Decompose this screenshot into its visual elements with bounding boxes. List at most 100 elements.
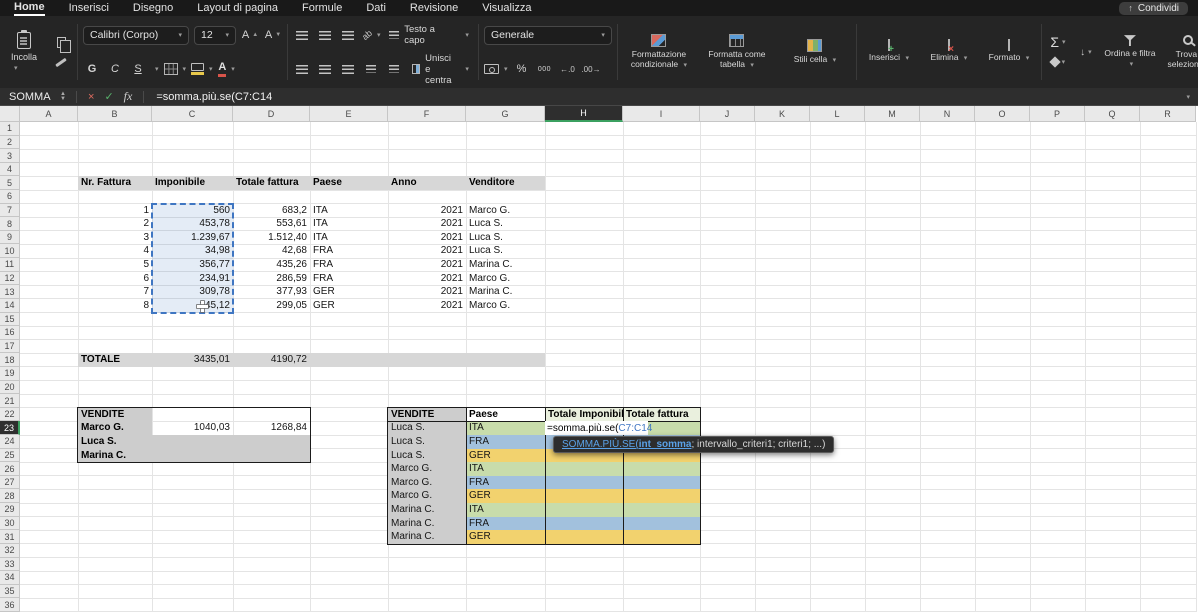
row-header-8[interactable]: 8 (0, 217, 20, 231)
cell-F27[interactable]: Marco G. (388, 476, 466, 490)
cell-G10[interactable]: Luca S. (466, 244, 545, 258)
spreadsheet-grid[interactable]: =somma.più.se(C7:C14 SOMMA.PIÙ.SE(int_so… (0, 106, 1198, 612)
row-header-27[interactable]: 27 (0, 476, 20, 490)
row-header-19[interactable]: 19 (0, 367, 20, 381)
row-header-13[interactable]: 13 (0, 285, 20, 299)
comma-format-button[interactable]: 000 (535, 60, 553, 78)
cell-B23[interactable]: Marco G. (78, 421, 152, 435)
cell-F8[interactable]: 2021 (388, 217, 466, 231)
cell-F7[interactable]: 2021 (388, 204, 466, 218)
cell-B5[interactable]: Nr. Fattura (78, 176, 152, 190)
cell-F9[interactable]: 2021 (388, 231, 466, 245)
cell-D8[interactable]: 553,61 (233, 217, 310, 231)
cell-B14[interactable]: 8 (78, 299, 152, 313)
font-color-button[interactable]: A▾ (218, 60, 236, 78)
cell-B18[interactable]: TOTALE (78, 353, 152, 367)
row-header-16[interactable]: 16 (0, 326, 20, 340)
wrap-text-button[interactable]: Testo a capo ▾ (385, 26, 473, 44)
paste-button[interactable]: Incolla ▾ (4, 32, 44, 72)
row-header-21[interactable]: 21 (0, 394, 20, 408)
cancel-entry-icon[interactable]: × (88, 91, 94, 103)
cell-E13[interactable]: GER (310, 285, 388, 299)
font-name-select[interactable]: Calibri (Corpo) ▾ (83, 26, 189, 45)
cell-C12[interactable]: 234,91 (152, 272, 233, 286)
cell-F22[interactable]: VENDITE (388, 408, 466, 422)
cell-styles-button[interactable]: Stili cella ▾ (779, 39, 851, 65)
cell-G5[interactable]: Venditore (466, 176, 545, 190)
format-as-table-button[interactable]: Formatta come tabella ▾ (701, 34, 773, 70)
row-header-17[interactable]: 17 (0, 340, 20, 354)
column-header-L[interactable]: L (810, 106, 865, 122)
increase-decimal-button[interactable]: ←.0 (558, 60, 576, 78)
row-header-24[interactable]: 24 (0, 435, 20, 449)
cell-G24[interactable]: FRA (466, 435, 545, 449)
row-header-28[interactable]: 28 (0, 489, 20, 503)
cell-G8[interactable]: Luca S. (466, 217, 545, 231)
cell-G7[interactable]: Marco G. (466, 204, 545, 218)
cell-E10[interactable]: FRA (310, 244, 388, 258)
cell-B9[interactable]: 3 (78, 231, 152, 245)
tab-disegno[interactable]: Disegno (133, 1, 173, 15)
insert-cells-button[interactable]: Inserisci ▾ (862, 41, 916, 64)
column-header-N[interactable]: N (920, 106, 975, 122)
cell-F29[interactable]: Marina C. (388, 503, 466, 517)
cell-F11[interactable]: 2021 (388, 258, 466, 272)
cell-E11[interactable]: FRA (310, 258, 388, 272)
row-header-26[interactable]: 26 (0, 462, 20, 476)
increase-indent-button[interactable] (385, 60, 403, 78)
cell-D10[interactable]: 42,68 (233, 244, 310, 258)
cell-H22[interactable]: Totale Imponibile (545, 408, 623, 422)
merge-center-button[interactable]: Unisci e centra ▾ (408, 60, 473, 78)
format-painter-button[interactable] (50, 54, 72, 70)
tab-revisione[interactable]: Revisione (410, 1, 458, 15)
cell-D18[interactable]: 4190,72 (233, 353, 310, 367)
cell-F5[interactable]: Anno (388, 176, 466, 190)
cell-C11[interactable]: 356,77 (152, 258, 233, 272)
row-header-11[interactable]: 11 (0, 258, 20, 272)
row-header-4[interactable]: 4 (0, 163, 20, 177)
column-header-J[interactable]: J (700, 106, 755, 122)
cell-D23[interactable]: 1268,84 (233, 421, 310, 435)
clear-button[interactable]: ▾ (1047, 54, 1069, 70)
column-header-D[interactable]: D (233, 106, 310, 122)
orientation-button[interactable]: ab▾ (362, 26, 380, 44)
align-center-button[interactable] (316, 60, 334, 78)
row-header-23[interactable]: 23 (0, 421, 20, 435)
cell-C14[interactable]: 245,12 (152, 299, 233, 313)
column-header-B[interactable]: B (78, 106, 152, 122)
column-header-G[interactable]: G (466, 106, 545, 122)
cell-B7[interactable]: 1 (78, 204, 152, 218)
row-header-5[interactable]: 5 (0, 176, 20, 190)
column-header-C[interactable]: C (152, 106, 233, 122)
align-top-button[interactable] (293, 26, 311, 44)
function-name-link[interactable]: SOMMA.PIÙ.SE( (562, 439, 639, 450)
cell-C10[interactable]: 34,98 (152, 244, 233, 258)
formula-bar-input[interactable]: =somma.più.se(C7:C14 (156, 91, 272, 103)
fill-color-button[interactable]: ▾ (191, 60, 213, 78)
cell-F24[interactable]: Luca S. (388, 435, 466, 449)
autosum-button[interactable]: Σ▾ (1047, 34, 1069, 50)
cell-D7[interactable]: 683,2 (233, 204, 310, 218)
number-format-select[interactable]: Generale ▾ (484, 26, 612, 45)
cell-G12[interactable]: Marco G. (466, 272, 545, 286)
fill-down-button[interactable]: ↓▾ (1075, 44, 1097, 60)
confirm-entry-icon[interactable]: ✓ (104, 90, 113, 103)
cell-G30[interactable]: FRA (466, 517, 545, 531)
cell-C5[interactable]: Imponibile (152, 176, 233, 190)
column-header-P[interactable]: P (1030, 106, 1085, 122)
align-right-button[interactable] (339, 60, 357, 78)
cell-D14[interactable]: 299,05 (233, 299, 310, 313)
row-header-25[interactable]: 25 (0, 449, 20, 463)
row-header-6[interactable]: 6 (0, 190, 20, 204)
column-header-F[interactable]: F (388, 106, 466, 122)
cell-D12[interactable]: 286,59 (233, 272, 310, 286)
cell-F13[interactable]: 2021 (388, 285, 466, 299)
cell-G27[interactable]: FRA (466, 476, 545, 490)
row-header-10[interactable]: 10 (0, 244, 20, 258)
select-all-corner[interactable] (0, 106, 20, 122)
copy-button[interactable] (50, 34, 72, 50)
share-button[interactable]: ↑ Condividi (1119, 2, 1188, 15)
row-header-29[interactable]: 29 (0, 503, 20, 517)
cell-E9[interactable]: ITA (310, 231, 388, 245)
sort-filter-button[interactable]: Ordina e filtra ▾ (1103, 35, 1157, 69)
